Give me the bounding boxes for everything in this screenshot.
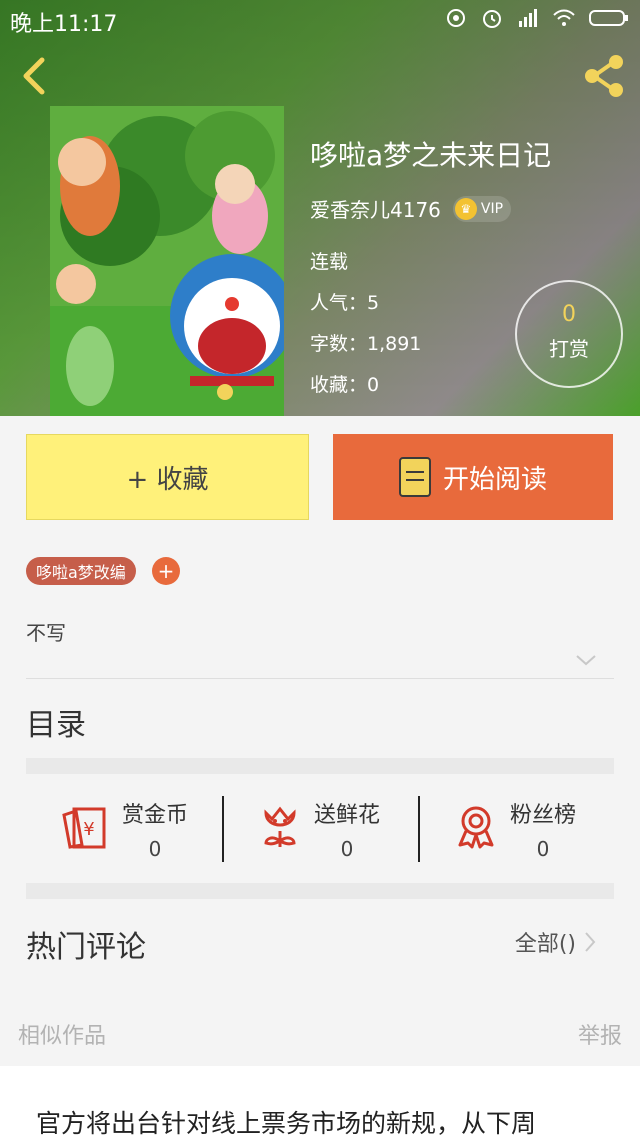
status-bar: 晚上11:17 (0, 0, 640, 38)
similar-works-title: 相似作品 (18, 1024, 107, 1049)
all-comments-label: 全部() (514, 932, 576, 957)
status-icons (444, 6, 630, 30)
signal-icon (516, 6, 540, 30)
flower-icon (260, 805, 300, 853)
vip-badge: ♛ VIP (452, 195, 512, 222)
fan-ranking-button[interactable]: 粉丝榜 0 (418, 790, 614, 868)
book-icon (398, 457, 431, 497)
news-text: 官方将出台针对线上票务市场的新规，从下周 (36, 1109, 537, 1138)
book-info: 哆啦a梦之未来日记 爱香奈儿4176 ♛ VIP 连载 人气：5 字数：1,89… (310, 134, 551, 411)
book-cover-image[interactable] (50, 106, 284, 416)
add-tag-button[interactable]: + (152, 557, 180, 585)
book-status: 连载 (310, 251, 349, 273)
news-card[interactable]: 官方将出台针对线上票务市场的新规，从下周 (0, 1066, 640, 1138)
stat-label: 赏金币 (121, 803, 188, 828)
vip-label: VIP (480, 200, 504, 217)
reward-coins-button[interactable]: ¥ 赏金币 0 (26, 790, 222, 868)
author-row: 爱香奈儿4176 ♛ VIP (310, 194, 551, 223)
svg-text:¥: ¥ (83, 819, 94, 840)
start-reading-button[interactable]: 开始阅读 (333, 434, 613, 520)
chevron-down-icon[interactable] (574, 648, 598, 672)
book-popularity: 人气：5 (310, 292, 380, 314)
author-name[interactable]: 爱香奈儿4176 (310, 194, 441, 223)
stat-value: 0 (340, 837, 354, 861)
stat-label: 粉丝榜 (509, 803, 576, 828)
chevron-left-icon[interactable] (16, 56, 56, 96)
tip-label: 打赏 (549, 337, 589, 361)
toc-title[interactable]: 目录 (26, 700, 86, 744)
section-divider (26, 883, 614, 899)
stat-text: 赏金币 0 (122, 797, 188, 861)
sync-icon (444, 6, 468, 30)
crown-icon: ♛ (454, 197, 477, 220)
book-title: 哆啦a梦之未来日记 (310, 139, 552, 172)
start-reading-label: 开始阅读 (442, 464, 547, 495)
send-flowers-button[interactable]: 送鲜花 0 (222, 790, 418, 868)
section-divider (26, 758, 614, 774)
book-description: 不写 (26, 621, 66, 645)
stats-row: ¥ 赏金币 0 送鲜花 0 粉丝榜 0 (26, 790, 614, 868)
stat-text: 送鲜花 0 (314, 797, 380, 861)
stat-value: 0 (148, 837, 162, 861)
hot-comments-title: 热门评论 (26, 930, 146, 965)
status-time: 晚上11:17 (10, 12, 118, 37)
coin-envelope-icon: ¥ (60, 805, 108, 853)
battery-icon (588, 6, 630, 30)
tip-button[interactable]: 0 打赏 (515, 280, 623, 388)
collect-label: + 收藏 (126, 464, 209, 495)
tag-item[interactable]: 哆啦a梦改编 (26, 557, 136, 585)
alarm-icon (480, 6, 504, 30)
share-icon[interactable] (580, 52, 628, 100)
chevron-right-icon (585, 932, 596, 952)
medal-icon (456, 805, 496, 853)
stat-label: 送鲜花 (313, 803, 380, 828)
collect-button[interactable]: + 收藏 (26, 434, 309, 520)
divider (26, 678, 614, 679)
wifi-icon (552, 6, 576, 30)
stat-value: 0 (536, 837, 550, 861)
stat-text: 粉丝榜 0 (510, 797, 576, 861)
all-comments-link[interactable]: 全部() (515, 926, 598, 958)
report-link[interactable]: 举报 (578, 1018, 622, 1050)
tip-count: 0 (562, 302, 576, 327)
book-favorites: 收藏：0 (310, 374, 380, 396)
